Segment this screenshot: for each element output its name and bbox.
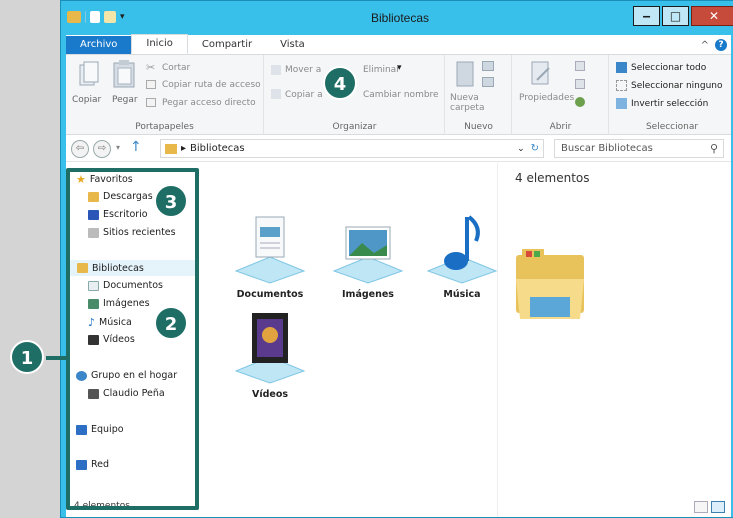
back-button[interactable]: ⇦ <box>71 140 89 158</box>
tab-compartir[interactable]: Compartir <box>188 36 266 54</box>
copy-to-button[interactable]: Copiar a <box>285 90 323 100</box>
callout-4: 4 <box>323 66 357 100</box>
images-library-icon <box>332 226 404 284</box>
breadcrumb-separator-icon: ▸ <box>181 143 187 154</box>
delete-button[interactable]: Eliminar <box>363 65 400 75</box>
up-arrow-icon[interactable]: ↑ <box>130 139 142 155</box>
libraries-icon <box>165 143 177 154</box>
edit-icon[interactable] <box>575 79 585 89</box>
select-all-icon <box>616 62 627 73</box>
new-folder-icon[interactable] <box>454 60 476 88</box>
copy-button[interactable]: Copiar <box>72 95 101 105</box>
tab-archivo[interactable]: Archivo <box>66 36 132 54</box>
tab-vista[interactable]: Vista <box>266 36 319 54</box>
copy-path-icon <box>146 80 156 89</box>
paste-icon[interactable] <box>112 59 136 89</box>
callout-connector <box>46 356 68 360</box>
new-folder-button[interactable]: Nueva carpeta <box>450 93 484 113</box>
history-icon[interactable] <box>575 97 585 107</box>
cut-button[interactable]: Cortar <box>162 63 190 73</box>
search-icon[interactable]: ⚲ <box>710 142 718 155</box>
group-label-portapapeles: Portapapeles <box>135 122 194 132</box>
properties-button[interactable]: Propiedades <box>519 93 574 103</box>
open-icon[interactable] <box>575 61 585 71</box>
breadcrumb[interactable]: Bibliotecas <box>190 143 245 154</box>
search-input[interactable]: Buscar Bibliotecas ⚲ <box>554 139 724 158</box>
address-dropdown-icon[interactable]: ⌄ <box>517 144 525 154</box>
select-none-button[interactable]: Seleccionar ninguno <box>631 81 723 91</box>
callout-2: 2 <box>154 306 188 340</box>
recent-locations-icon[interactable]: ▾ <box>116 143 120 152</box>
large-icons-view-icon[interactable] <box>711 501 725 513</box>
delete-dropdown-icon[interactable]: ▾ <box>397 63 402 73</box>
library-videos[interactable]: Vídeos <box>226 313 314 400</box>
cut-icon: ✂ <box>146 61 156 74</box>
maximize-button[interactable]: □ <box>662 6 689 26</box>
rename-button[interactable]: Cambiar nombre <box>363 90 439 100</box>
copy-icon[interactable] <box>78 61 100 89</box>
paste-button[interactable]: Pegar <box>112 95 138 105</box>
callout-1: 1 <box>10 340 44 374</box>
library-label: Música <box>443 289 481 300</box>
tab-inicio[interactable]: Inicio <box>131 34 188 54</box>
preview-libraries-icon <box>516 249 584 319</box>
preview-item-count: 4 elementos <box>515 171 590 185</box>
help-icon[interactable]: ? <box>715 39 727 51</box>
move-to-icon <box>271 65 281 75</box>
refresh-icon[interactable]: ↻ <box>531 143 539 154</box>
group-label-nuevo: Nuevo <box>464 122 493 132</box>
group-nuevo: Nueva carpeta Nuevo <box>446 55 512 135</box>
search-placeholder: Buscar Bibliotecas <box>561 143 653 154</box>
content-pane: Documentos Imágenes Música Vídeos 4 elem… <box>200 163 731 517</box>
group-label-abrir: Abrir <box>549 122 572 132</box>
library-label: Vídeos <box>251 389 289 400</box>
callout-3: 3 <box>154 184 188 218</box>
window-controls: ‒ □ ✕ <box>633 6 733 26</box>
select-all-button[interactable]: Seleccionar todo <box>631 63 706 73</box>
address-bar-row: ⇦ ⇨ ▾ ↑ ▸ Bibliotecas ⌄ ↻ Buscar Bibliot… <box>66 136 731 162</box>
invert-selection-icon <box>616 98 627 109</box>
library-documents[interactable]: Documentos <box>226 213 314 300</box>
close-button[interactable]: ✕ <box>691 6 733 26</box>
group-portapapeles: Copiar Pegar ✂ Cortar Copiar ruta de acc… <box>66 55 264 135</box>
group-seleccionar: Seleccionar todo Seleccionar ninguno Inv… <box>610 55 733 135</box>
library-images[interactable]: Imágenes <box>324 213 412 300</box>
new-item-icon[interactable] <box>482 61 494 71</box>
group-organizar: Mover a Copiar a Eliminar ▾ Cambiar nomb… <box>265 55 445 135</box>
music-library-icon <box>426 215 498 284</box>
paste-shortcut-button[interactable]: Pegar acceso directo <box>162 98 256 108</box>
forward-button[interactable]: ⇨ <box>93 140 111 158</box>
videos-library-icon <box>234 313 306 384</box>
ribbon-tabs: Archivo Inicio Compartir Vista ^ ? <box>66 34 731 55</box>
paste-shortcut-icon <box>146 98 156 107</box>
minimize-button[interactable]: ‒ <box>633 6 660 26</box>
select-none-icon <box>616 80 627 91</box>
library-label: Documentos <box>236 289 304 300</box>
group-abrir: Propiedades Abrir <box>513 55 609 135</box>
copy-to-icon <box>271 89 281 99</box>
group-label-seleccionar: Seleccionar <box>645 122 699 132</box>
library-label: Imágenes <box>342 289 394 300</box>
view-toggle <box>694 501 725 513</box>
documents-library-icon <box>234 216 306 284</box>
details-view-icon[interactable] <box>694 501 708 513</box>
expand-ribbon-icon[interactable]: ^ <box>701 40 709 51</box>
copy-path-button[interactable]: Copiar ruta de acceso <box>162 80 261 90</box>
move-to-button[interactable]: Mover a <box>285 65 321 75</box>
ribbon: Copiar Pegar ✂ Cortar Copiar ruta de acc… <box>66 55 731 135</box>
group-label-organizar: Organizar <box>332 122 377 132</box>
easy-access-icon[interactable] <box>482 77 494 87</box>
title-bar: ▾ Bibliotecas ‒ □ ✕ <box>61 1 733 35</box>
library-music[interactable]: Música <box>418 213 506 300</box>
navigation-pane-highlight <box>66 168 199 510</box>
invert-selection-button[interactable]: Invertir selección <box>631 99 708 109</box>
properties-icon[interactable] <box>529 60 553 88</box>
address-box[interactable]: ▸ Bibliotecas ⌄ ↻ <box>160 139 544 158</box>
